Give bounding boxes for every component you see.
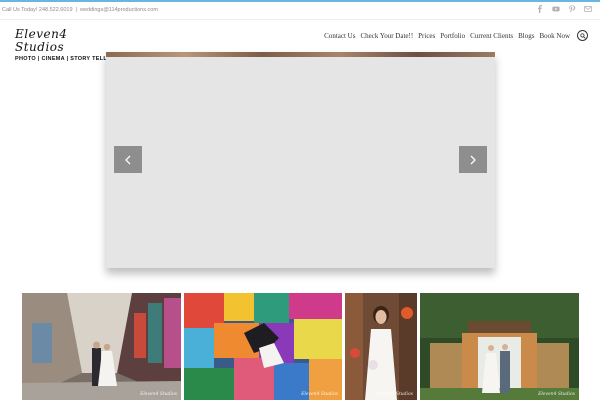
nav-book-now[interactable]: Book Now (539, 32, 570, 40)
photo-watermark: Eleven4 Studios (538, 392, 575, 397)
nav-current-clients[interactable]: Current Clients (470, 32, 513, 40)
logo-name: Eleven4 Studios (15, 27, 68, 54)
photo-watermark: Eleven4 Studios (140, 392, 177, 397)
site-logo[interactable]: Eleven4 Studios PHOTO | CINEMA | STORY T… (15, 27, 118, 63)
site-header: Eleven4 Studios PHOTO | CINEMA | STORY T… (0, 21, 600, 62)
chevron-right-icon (470, 155, 476, 164)
gallery-photo-rustic-door[interactable]: Eleven4 Studios (420, 293, 579, 400)
photo-watermark: Eleven4 Studios (376, 392, 413, 397)
top-bar: Call Us Today! 248.522.6019 | weddings@114… (0, 2, 600, 20)
email-icon[interactable] (584, 5, 592, 13)
nav-portfolio[interactable]: Portfolio (440, 32, 465, 40)
search-icon (579, 32, 586, 39)
separator: | (75, 7, 77, 13)
gallery-photo-bride-portrait[interactable]: Eleven4 Studios (345, 293, 417, 400)
photo-watermark: Eleven4 Studios (301, 392, 338, 397)
slider-next-button[interactable] (459, 146, 487, 173)
nav-blogs[interactable]: Blogs (518, 32, 534, 40)
search-button[interactable] (577, 30, 588, 41)
call-text: Call Us Today! 248.522.6019 (2, 7, 73, 13)
gallery-strip: Eleven4 Studios Eleven4 Studios Eleven4 … (0, 293, 600, 400)
nav-check-your-date[interactable]: Check Your Date!! (360, 32, 413, 40)
image-slider[interactable] (106, 52, 495, 268)
main-nav: Contact Us Check Your Date!! Prices Port… (324, 30, 588, 41)
slider-prev-button[interactable] (114, 146, 142, 173)
gallery-photo-graffiti-wall[interactable]: Eleven4 Studios (184, 293, 342, 400)
slide-image-edge (106, 52, 495, 57)
logo-tagline: PHOTO | CINEMA | STORY TELLING (15, 56, 118, 62)
gallery-photo-alley-couple[interactable]: Eleven4 Studios (22, 293, 181, 400)
youtube-icon[interactable] (552, 5, 560, 13)
contact-info: Call Us Today! 248.522.6019 | weddings@114… (2, 7, 158, 13)
nav-prices[interactable]: Prices (418, 32, 435, 40)
email-link[interactable]: weddings@114productions.com (80, 7, 158, 13)
facebook-icon[interactable] (536, 5, 544, 13)
chevron-left-icon (125, 155, 131, 164)
social-links (536, 5, 592, 13)
pinterest-icon[interactable] (568, 5, 576, 13)
nav-contact-us[interactable]: Contact Us (324, 32, 355, 40)
